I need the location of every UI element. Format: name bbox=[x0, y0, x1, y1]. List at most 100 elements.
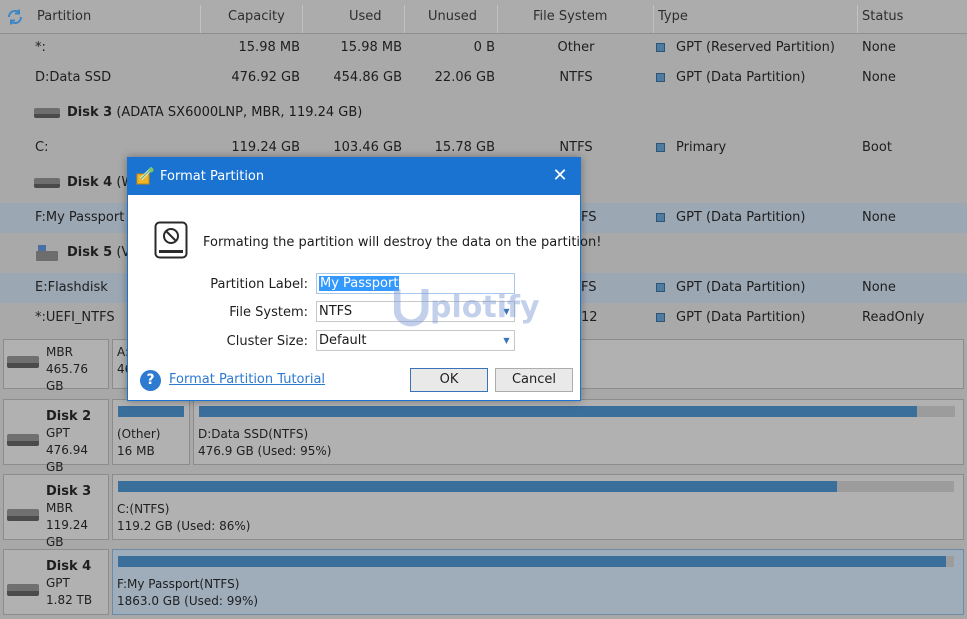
help-icon[interactable]: ? bbox=[140, 370, 161, 391]
col-capacity[interactable]: Capacity bbox=[228, 0, 285, 33]
file-system-label: File System: bbox=[229, 305, 308, 320]
format-partition-dialog: Format Partition ✕ Formating the partiti… bbox=[127, 157, 601, 401]
partition-info: 1863.0 GB (Used: 99%) bbox=[117, 594, 259, 608]
cluster-size-select[interactable]: Default ▼ bbox=[316, 330, 515, 351]
partition-block[interactable]: (Other) 16 MB bbox=[112, 399, 190, 465]
type: Primary bbox=[676, 140, 727, 155]
partition-type-swatch bbox=[656, 143, 665, 152]
disk-title: Disk 3 (ADATA SX6000LNP, MBR, 119.24 GB) bbox=[67, 105, 363, 120]
disk-heading-3[interactable]: Disk 3 (ADATA SX6000LNP, MBR, 119.24 GB) bbox=[0, 93, 967, 133]
usb-drive-icon bbox=[36, 245, 58, 261]
partition-name: C:(NTFS) bbox=[117, 502, 170, 516]
status: None bbox=[862, 280, 896, 295]
disk-size: 465.76 GB bbox=[46, 362, 88, 393]
cluster-size-label: Cluster Size: bbox=[226, 334, 308, 349]
dialog-title: Format Partition bbox=[160, 169, 265, 184]
disk-2-box[interactable]: Disk 2 GPT 476.94 GB bbox=[3, 399, 109, 474]
table-row[interactable]: D:Data SSD 476.92 GB 454.86 GB 22.06 GB … bbox=[0, 63, 967, 93]
partition-info: 476.9 GB (Used: 95%) bbox=[198, 444, 332, 458]
table-row[interactable]: *: 15.98 MB 15.98 MB 0 B Other GPT (Rese… bbox=[0, 33, 967, 63]
partition-name: D:Data SSD bbox=[35, 70, 112, 85]
col-used[interactable]: Used bbox=[349, 0, 382, 33]
close-button[interactable]: ✕ bbox=[546, 162, 574, 190]
type: GPT (Data Partition) bbox=[676, 310, 806, 325]
partition-name: *:UEFI_NTFS bbox=[35, 310, 115, 325]
partition-type-swatch bbox=[656, 283, 665, 292]
disk-name: Disk 2 bbox=[46, 409, 92, 424]
disk-3-box[interactable]: Disk 3 MBR 119.24 GB bbox=[3, 474, 109, 549]
disk-4-box[interactable]: Disk 4 GPT 1.82 TB bbox=[3, 549, 109, 615]
partition-block[interactable]: D:Data SSD(NTFS) 476.9 GB (Used: 95%) bbox=[193, 399, 964, 465]
used: 15.98 MB bbox=[340, 40, 402, 55]
unused: 22.06 GB bbox=[434, 70, 495, 85]
col-file-system[interactable]: File System bbox=[533, 0, 607, 33]
partition-block[interactable]: C:(NTFS) 119.2 GB (Used: 86%) bbox=[112, 474, 964, 540]
type: GPT (Reserved Partition) bbox=[676, 40, 835, 55]
dialog-titlebar[interactable]: Format Partition ✕ bbox=[128, 158, 580, 195]
type: GPT (Data Partition) bbox=[676, 70, 806, 85]
usage-bar bbox=[118, 406, 184, 417]
disk-scheme: GPT bbox=[46, 576, 70, 590]
partition-type-swatch bbox=[656, 213, 665, 222]
usage-bar bbox=[118, 556, 954, 567]
ok-button[interactable]: OK bbox=[410, 368, 488, 392]
unused: 0 B bbox=[473, 40, 495, 55]
capacity: 15.98 MB bbox=[238, 40, 300, 55]
file-system: NTFS bbox=[559, 70, 593, 85]
partition-block-selected[interactable]: F:My Passport(NTFS) 1863.0 GB (Used: 99%… bbox=[112, 549, 964, 615]
disk-name: Disk 3 bbox=[46, 484, 92, 499]
disk-scheme: MBR bbox=[46, 501, 73, 515]
disk-name: Disk 4 bbox=[46, 559, 92, 574]
file-system-select[interactable]: NTFS ▼ bbox=[316, 301, 515, 322]
partition-type-swatch bbox=[656, 43, 665, 52]
disk-size: 119.24 GB bbox=[46, 518, 88, 549]
refresh-icon[interactable] bbox=[6, 8, 24, 26]
table-header: Partition Capacity Used Unused File Syst… bbox=[0, 0, 967, 34]
disk-size: 476.94 GB bbox=[46, 443, 88, 474]
status: ReadOnly bbox=[862, 310, 925, 325]
usage-bar bbox=[118, 481, 954, 492]
hard-disk-icon bbox=[34, 108, 60, 118]
partition-label-label: Partition Label: bbox=[210, 277, 308, 292]
col-unused[interactable]: Unused bbox=[428, 0, 477, 33]
col-status[interactable]: Status bbox=[862, 0, 903, 33]
cancel-button[interactable]: Cancel bbox=[495, 368, 573, 392]
chevron-down-icon[interactable]: ▼ bbox=[499, 302, 514, 321]
status: None bbox=[862, 210, 896, 225]
partition-type-swatch bbox=[656, 313, 665, 322]
partition-type-swatch bbox=[656, 73, 665, 82]
capacity: 476.92 GB bbox=[231, 70, 300, 85]
disk-1-box[interactable]: MBR 465.76 GB bbox=[3, 339, 109, 393]
partition-name: F:My Passport bbox=[35, 210, 125, 225]
col-partition[interactable]: Partition bbox=[37, 0, 91, 33]
hard-disk-icon bbox=[7, 584, 39, 596]
col-type[interactable]: Type bbox=[658, 0, 688, 33]
file-system: 12 bbox=[581, 310, 598, 325]
usage-bar bbox=[199, 406, 955, 417]
hard-disk-icon bbox=[34, 178, 60, 188]
disk-scheme: MBR bbox=[46, 345, 73, 359]
format-partition-tutorial-link[interactable]: Format Partition Tutorial bbox=[169, 372, 325, 387]
file-system: FS bbox=[581, 210, 597, 225]
partition-name: *: bbox=[35, 40, 46, 55]
hard-disk-icon bbox=[7, 356, 39, 368]
hard-disk-icon bbox=[7, 509, 39, 521]
disk-size: 1.82 TB bbox=[46, 593, 93, 607]
partition-name: C: bbox=[35, 140, 49, 155]
file-system: Other bbox=[557, 40, 595, 55]
disk-warning-icon bbox=[154, 221, 188, 259]
partition-info: 16 MB bbox=[117, 444, 155, 458]
type: GPT (Data Partition) bbox=[676, 280, 806, 295]
partition-name: E:Flashdisk bbox=[35, 280, 108, 295]
chevron-down-icon[interactable]: ▼ bbox=[499, 331, 514, 350]
hard-disk-icon bbox=[7, 434, 39, 446]
type: GPT (Data Partition) bbox=[676, 210, 806, 225]
partition-name: F:My Passport(NTFS) bbox=[117, 577, 240, 591]
partition-name: D:Data SSD(NTFS) bbox=[198, 427, 309, 441]
status: None bbox=[862, 40, 896, 55]
used: 454.86 GB bbox=[333, 70, 402, 85]
partition-name: (Other) bbox=[117, 427, 161, 441]
partition-label-input[interactable]: My Passport bbox=[316, 273, 515, 294]
file-system: FS bbox=[581, 280, 597, 295]
disk-scheme: GPT bbox=[46, 426, 70, 440]
